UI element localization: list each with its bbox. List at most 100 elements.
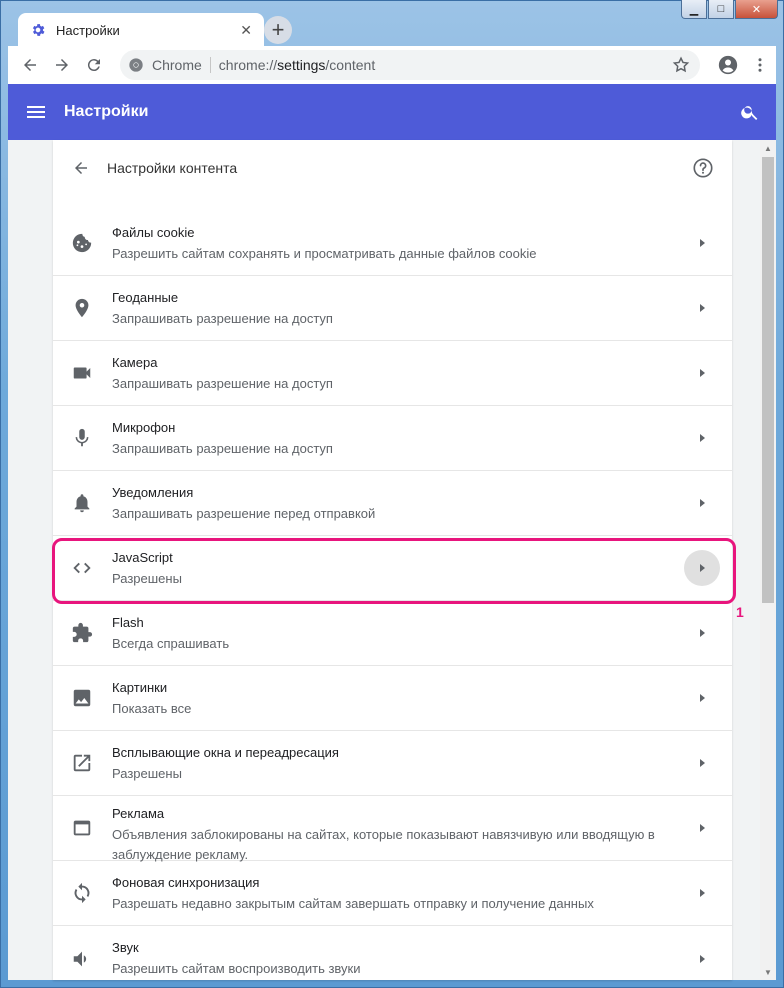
row-subtitle: Разрешить сайтам сохранять и просматрива… [112,246,537,261]
site-chip[interactable]: Chrome [128,57,211,73]
list-item-ads[interactable]: Реклама Объявления заблокированы на сайта… [53,796,732,862]
row-subtitle: Разрешены [112,571,182,586]
reload-icon [87,59,100,72]
row-title: Картинки [112,680,168,695]
row-subtitle: Запрашивать разрешение на доступ [112,376,333,391]
row-title: Геоданные [112,290,179,305]
list-item-background-sync[interactable]: Фоновая синхронизация Разрешать недавно з… [53,861,732,926]
content-settings-card: Настройки контента Файлы cookie Разрешить… [53,140,732,980]
volume-icon [73,951,87,966]
code-icon [73,562,91,574]
search-icon[interactable] [740,102,760,122]
row-subtitle: Разрешить сайтам воспроизводить звуки [112,961,361,976]
row-title: Файлы cookie [112,225,195,240]
bell-icon [74,494,90,513]
list-item-cookies[interactable]: Файлы cookie Разрешить сайтам сохранять и… [53,211,732,276]
camera-icon [73,367,91,379]
chevron-right-icon[interactable] [684,225,720,261]
scrollbar-thumb[interactable] [762,157,774,603]
row-subtitle: Разрешены [112,766,182,781]
row-title: JavaScript [112,550,173,565]
row-title: Реклама [112,806,165,821]
microphone-icon [75,428,89,447]
card-header: Настройки контента [53,140,732,196]
list-item-popups[interactable]: Всплывающие окна и переадресация Разрешен… [53,731,732,796]
ad-window-icon [73,820,91,836]
settings-header: Настройки [8,84,776,140]
row-subtitle: Всегда спрашивать [112,636,230,651]
profile-button[interactable] [712,49,744,81]
chevron-right-icon[interactable] [684,290,720,326]
list-item-images[interactable]: Картинки Показать все [53,666,732,731]
new-tab-button[interactable]: + [264,16,292,44]
row-title: Flash [112,615,144,630]
row-title: Звук [112,940,139,955]
header-title: Настройки [64,103,149,120]
chevron-right-icon[interactable] [684,875,720,911]
scrollbar[interactable]: ▲ ▼ [760,140,776,980]
open-in-new-icon [73,754,91,772]
star-icon[interactable] [672,56,690,74]
location-icon [75,298,89,318]
row-subtitle: Запрашивать разрешение на доступ [112,311,333,326]
row-title: Камера [112,355,158,370]
back-arrow-button[interactable] [69,156,93,180]
list-item-camera[interactable]: Камера Запрашивать разрешение на доступ [53,341,732,406]
chevron-right-icon[interactable] [684,550,720,586]
arrow-forward-icon [56,59,68,71]
row-subtitle: Запрашивать разрешение перед отправкой [112,506,376,521]
row-subtitle: Запрашивать разрешение на доступ [112,441,333,456]
help-icon[interactable] [692,157,714,179]
menu-button[interactable] [744,49,776,81]
chevron-right-icon[interactable] [684,615,720,651]
row-title: Уведомления [112,485,194,500]
tab-close-icon[interactable]: ✕ [240,22,252,39]
tab-settings[interactable]: Настройки ✕ [18,13,264,47]
chevron-right-icon[interactable] [684,941,720,977]
row-title: Всплывающие окна и переадресация [112,745,339,760]
url-scheme: chrome:// [218,57,278,73]
row-subtitle: Разрешать недавно закрытым сайтам заверш… [112,896,594,911]
arrow-back-icon [24,59,36,71]
arrow-back-icon [75,162,87,174]
chrome-icon [129,58,143,72]
list-item-javascript[interactable]: JavaScript Разрешены [53,536,732,601]
gear-icon [32,24,45,36]
chevron-right-icon[interactable] [684,355,720,391]
list-item-flash[interactable]: Flash Всегда спрашивать [53,601,732,666]
annotation-number: 1 [736,604,744,620]
list-item-notifications[interactable]: Уведомления Запрашивать разрешение перед … [53,471,732,536]
settings-list: Файлы cookie Разрешить сайтам сохранять и… [53,211,732,988]
more-vert-icon [758,58,762,72]
list-item-sound[interactable]: Звук Разрешить сайтам воспроизводить звук… [53,926,732,988]
chevron-right-icon[interactable] [684,485,720,521]
page-title: Настройки контента [107,160,238,176]
scroll-down-arrow-icon[interactable]: ▼ [760,964,776,980]
row-subtitle: Показать все [112,701,192,716]
site-chip-label: Chrome [152,57,202,73]
url-path: /content [325,57,376,73]
account-icon [718,55,738,75]
chevron-right-icon[interactable] [684,745,720,781]
scroll-up-arrow-icon[interactable]: ▲ [760,140,776,156]
tab-title: Настройки [56,22,120,38]
back-button[interactable] [14,49,46,81]
row-title: Микрофон [112,420,176,435]
list-item-location[interactable]: Геоданные Запрашивать разрешение на досту… [53,276,732,341]
chevron-right-icon[interactable] [684,680,720,716]
cookie-icon [72,233,92,253]
row-subtitle: Объявления заблокированы на сайтах, кото… [112,827,655,862]
list-item-microphone[interactable]: Микрофон Запрашивать разрешение на доступ [53,406,732,471]
sync-icon [74,882,90,904]
url-text: chrome://settings/content [219,57,672,73]
reload-button[interactable] [78,49,110,81]
puzzle-icon [72,622,93,643]
chevron-right-icon[interactable] [684,810,720,846]
hamburger-menu-icon[interactable] [24,100,48,124]
chevron-right-icon[interactable] [684,420,720,456]
forward-button[interactable] [46,49,78,81]
url-host: settings [277,57,326,73]
address-bar[interactable]: Chrome chrome://settings/content [120,50,700,80]
row-title: Фоновая синхронизация [112,875,260,890]
image-icon [73,689,91,707]
